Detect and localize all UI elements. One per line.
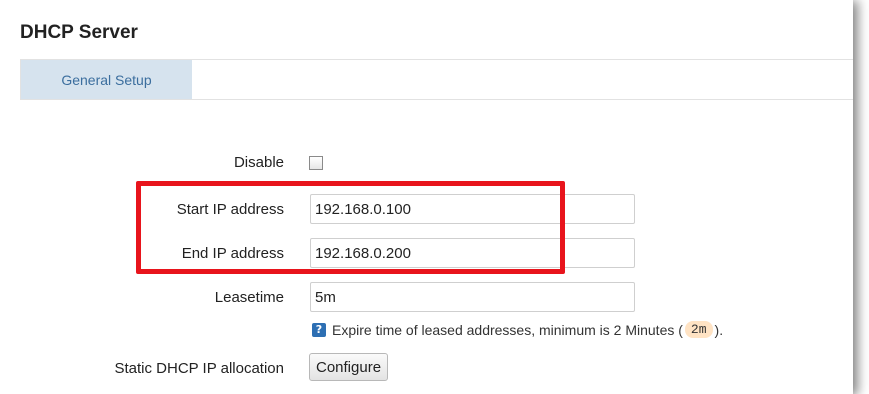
configure-button[interactable]: Configure	[309, 353, 389, 381]
end-ip-label: End IP address	[181, 245, 284, 262]
leasetime-help-text: Expire time of leased addresses, minimum…	[332, 321, 683, 338]
leasetime-help: ? Expire time of leased addresses, minim…	[312, 321, 723, 338]
leasetime-help-code: 2m	[684, 321, 713, 338]
dhcp-server-panel: DHCP Server General Setup Disable Start …	[0, 0, 853, 394]
leasetime-input[interactable]	[310, 282, 635, 312]
start-ip-label: Start IP address	[176, 201, 284, 218]
disable-checkbox[interactable]	[309, 156, 323, 170]
start-ip-input[interactable]	[310, 194, 635, 224]
disable-label: Disable	[233, 154, 284, 171]
page-title: DHCP Server	[20, 22, 138, 43]
leasetime-help-suffix: ).	[714, 321, 724, 338]
leasetime-label: Leasetime	[214, 289, 284, 306]
question-icon: ?	[312, 322, 326, 337]
end-ip-input[interactable]	[310, 238, 635, 268]
tab-general-setup[interactable]: General Setup	[21, 60, 192, 99]
static-dhcp-label: Static DHCP IP allocation	[114, 360, 284, 377]
tab-bar: General Setup	[20, 59, 853, 100]
